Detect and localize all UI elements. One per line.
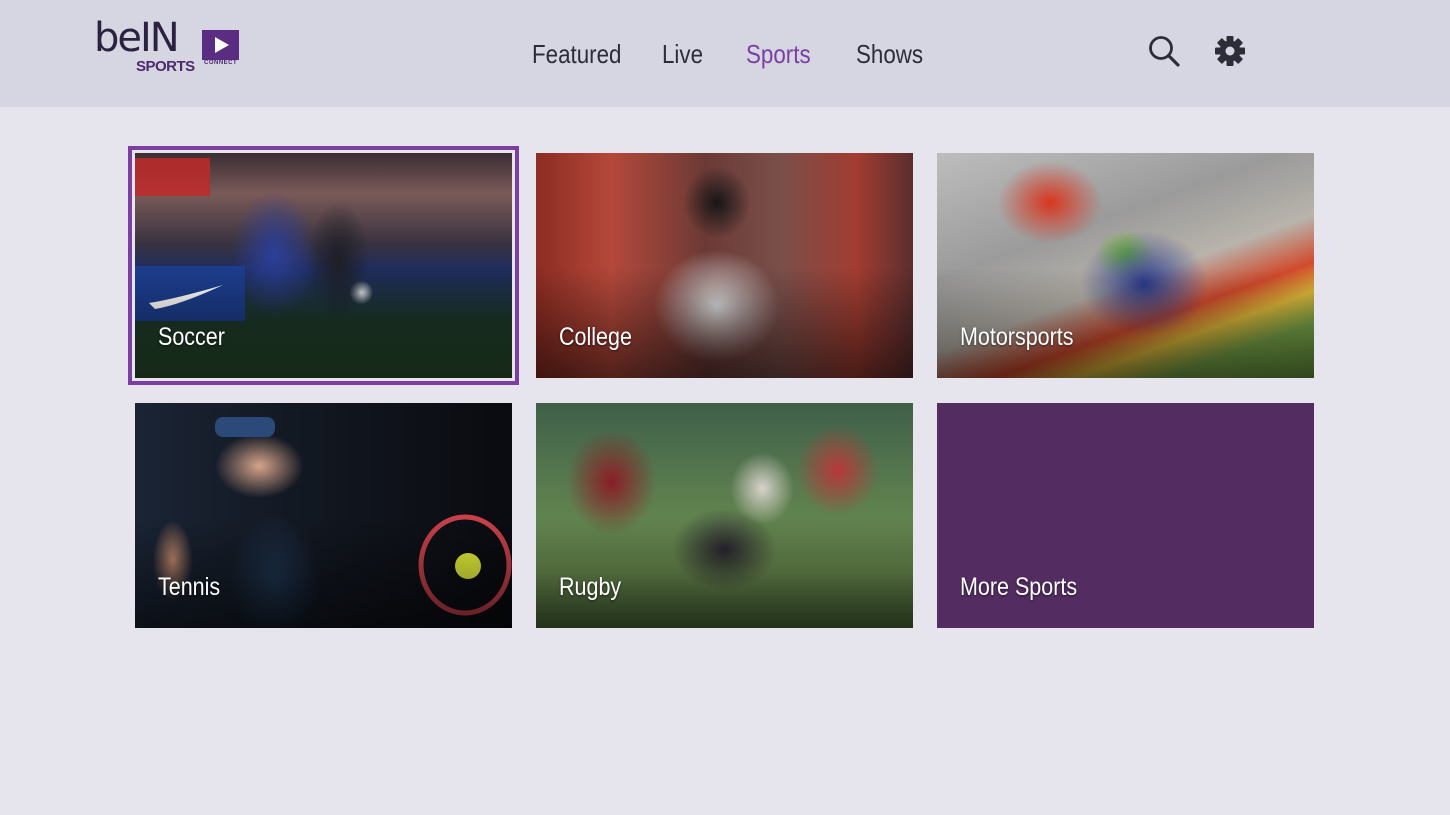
tile-more-sports[interactable]: More Sports — [937, 403, 1314, 628]
play-icon — [202, 30, 239, 60]
search-button[interactable] — [1147, 34, 1181, 68]
tile-label: More Sports — [960, 573, 1078, 601]
logo-connect-text: CONNECT — [204, 60, 238, 66]
bein-sports-connect-logo: beIN SPORTS CONNECT — [94, 16, 244, 78]
tile-label: Soccer — [158, 323, 225, 351]
nav-tab-shows[interactable]: Shows — [856, 34, 923, 74]
tile-soccer[interactable]: Soccer — [135, 153, 512, 378]
tile-label: Rugby — [559, 573, 622, 601]
tile-label: Motorsports — [960, 323, 1074, 351]
tile-label: College — [559, 323, 632, 351]
tile-college[interactable]: College — [536, 153, 913, 378]
nav-tab-sports[interactable]: Sports — [746, 34, 811, 74]
tile-motorsports[interactable]: Motorsports — [937, 153, 1314, 378]
tile-tennis[interactable]: Tennis — [135, 403, 512, 628]
search-icon — [1149, 36, 1180, 67]
top-bar: beIN SPORTS CONNECT Featured Live Sports… — [0, 0, 1450, 107]
nav-tab-featured[interactable]: Featured — [532, 34, 622, 74]
nav-tab-live[interactable]: Live — [662, 34, 703, 74]
tile-rugby[interactable]: Rugby — [536, 403, 913, 628]
gear-icon — [1215, 36, 1245, 66]
logo-sports-text: SPORTS — [136, 58, 195, 75]
settings-button[interactable] — [1213, 34, 1247, 68]
logo-wordmark: beIN — [94, 15, 180, 61]
tile-label: Tennis — [158, 573, 221, 601]
